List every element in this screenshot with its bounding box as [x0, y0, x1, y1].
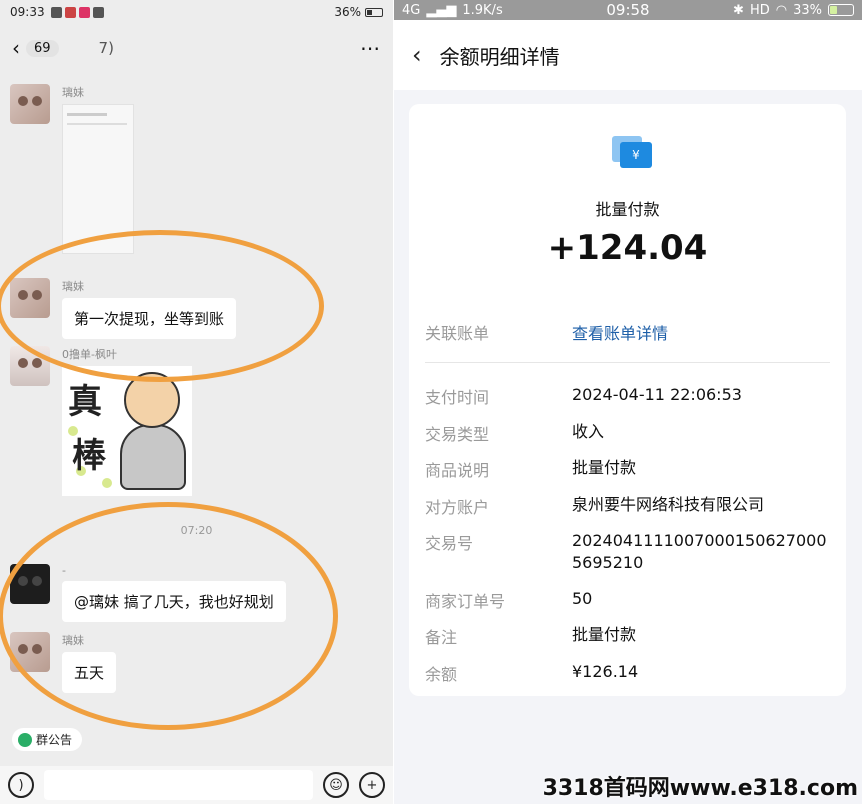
detail-label: 余额 — [425, 665, 458, 684]
app-icon — [50, 6, 62, 18]
detail-row: 商家订单号 50 — [425, 588, 832, 612]
sticker-glyph: 真 — [68, 382, 102, 422]
detail-label: 对方账户 — [425, 498, 490, 517]
detail-value: 泉州要牛网络科技有限公司 — [572, 495, 765, 514]
page-header: ‹ 余额明细详情 — [394, 20, 862, 90]
chat-title: 7) — [98, 39, 114, 57]
bluetooth-icon: ✱ — [733, 2, 744, 18]
batch-payment-icon: ¥ — [612, 136, 654, 170]
notification-icons — [50, 6, 104, 18]
detail-label: 备注 — [425, 628, 458, 647]
app-icon — [78, 6, 90, 18]
voice-icon[interactable]: ) — [8, 772, 34, 798]
detail-label: 商家订单号 — [425, 592, 506, 611]
payment-name: 批量付款 — [595, 200, 660, 219]
watermark: 3318首码网www.e318.com — [542, 776, 858, 801]
highlight-circle — [0, 502, 338, 730]
icon-front-layer: ¥ — [620, 142, 652, 168]
detail-value: 收入 — [572, 422, 605, 441]
notice-icon — [18, 732, 32, 747]
detail-row: 商品说明 批量付款 — [425, 457, 832, 481]
group-notice-button[interactable]: 群公告 — [12, 728, 83, 751]
detail-value: ¥126.14 — [572, 662, 639, 681]
battery-icon — [365, 7, 383, 17]
message-input[interactable] — [44, 770, 313, 800]
detail-value: 2024-04-11 22:06:53 — [572, 385, 742, 404]
detail-value: 批量付款 — [572, 625, 637, 644]
detail-row: 对方账户 泉州要牛网络科技有限公司 — [425, 494, 832, 518]
sticker-image[interactable]: 真 棒 — [62, 366, 192, 496]
status-bar-left: 09:33 36% — [0, 0, 393, 24]
hd-indicator: HD — [749, 2, 770, 18]
message-item: 璃妹 — [10, 84, 134, 254]
net-speed: 1.9K/s — [462, 2, 503, 18]
detail-label: 商品说明 — [425, 461, 490, 480]
detail-row: 余额 ¥126.14 — [425, 661, 832, 685]
detail-label: 交易号 — [425, 534, 474, 553]
screenshot-composite: 09:33 36% ‹ 69 7) ⋯ 璃妹 璃妹 第一次提现，坐等到账 0撸单… — [0, 0, 862, 804]
back-icon[interactable]: ‹ — [12, 36, 20, 60]
detail-row: 备注 批量付款 — [425, 624, 832, 648]
message-body: 璃妹 — [62, 84, 134, 254]
sender-name: 璃妹 — [62, 86, 84, 99]
status-time: 09:33 — [10, 5, 45, 19]
app-icon — [64, 6, 76, 18]
status-right: 36% — [334, 5, 383, 19]
status-right: ✱ HD ◠ 33% — [733, 3, 854, 18]
divider — [425, 362, 830, 363]
detail-row: 交易类型 收入 — [425, 421, 832, 445]
network-indicator: 4G — [402, 2, 421, 18]
related-bill-label: 关联账单 — [425, 324, 490, 343]
battery-icon — [828, 4, 854, 16]
chat-header: ‹ 69 7) ⋯ — [0, 24, 393, 72]
wifi-icon: ◠ — [775, 2, 788, 18]
app-icon — [92, 6, 104, 18]
emoji-icon[interactable]: ☺ — [323, 772, 349, 798]
battery-text: 33% — [793, 2, 822, 18]
status-bar-right: 4G ▂▄▆ 1.9K/s 09:58 ✱ HD ◠ 33% — [394, 0, 862, 20]
highlight-circle — [0, 230, 324, 382]
back-icon[interactable]: ‹ — [412, 41, 422, 69]
unread-badge[interactable]: 69 — [26, 39, 59, 57]
sticker-monk-body — [120, 424, 186, 490]
detail-row: 交易号 2024041111007000150627000 5695210 — [425, 530, 832, 574]
detail-value: 批量付款 — [572, 458, 637, 477]
detail-label: 交易类型 — [425, 425, 490, 444]
detail-card: ¥ 批量付款 +124.04 关联账单 查看账单详情 支付时间 2024-04-… — [409, 104, 846, 696]
detail-row: 支付时间 2024-04-11 22:06:53 — [425, 384, 832, 408]
battery-text: 36% — [334, 5, 361, 19]
detail-label: 支付时间 — [425, 388, 490, 407]
related-bill-row: 关联账单 查看账单详情 — [425, 320, 668, 344]
amount: +124.04 — [547, 228, 708, 268]
chat-input-bar: ) ☺ + — [0, 766, 393, 804]
more-icon[interactable]: ⋯ — [360, 36, 381, 60]
balance-detail-panel: 4G ▂▄▆ 1.9K/s 09:58 ✱ HD ◠ 33% ‹ 余额明细详情 … — [394, 0, 862, 804]
sticker-dot — [102, 478, 112, 488]
signal-icon: ▂▄▆ — [426, 2, 457, 18]
transaction-id[interactable]: 2024041111007000150627000 5695210 — [572, 530, 832, 574]
avatar[interactable] — [10, 84, 50, 124]
wechat-chat-panel: 09:33 36% ‹ 69 7) ⋯ 璃妹 璃妹 第一次提现，坐等到账 0撸单… — [0, 0, 393, 804]
view-bill-link[interactable]: 查看账单详情 — [572, 320, 668, 344]
group-notice-label: 群公告 — [36, 733, 73, 747]
page-title: 余额明细详情 — [439, 44, 560, 69]
detail-value: 50 — [572, 589, 593, 608]
sticker-glyph: 棒 — [72, 436, 106, 476]
plus-icon[interactable]: + — [359, 772, 385, 798]
